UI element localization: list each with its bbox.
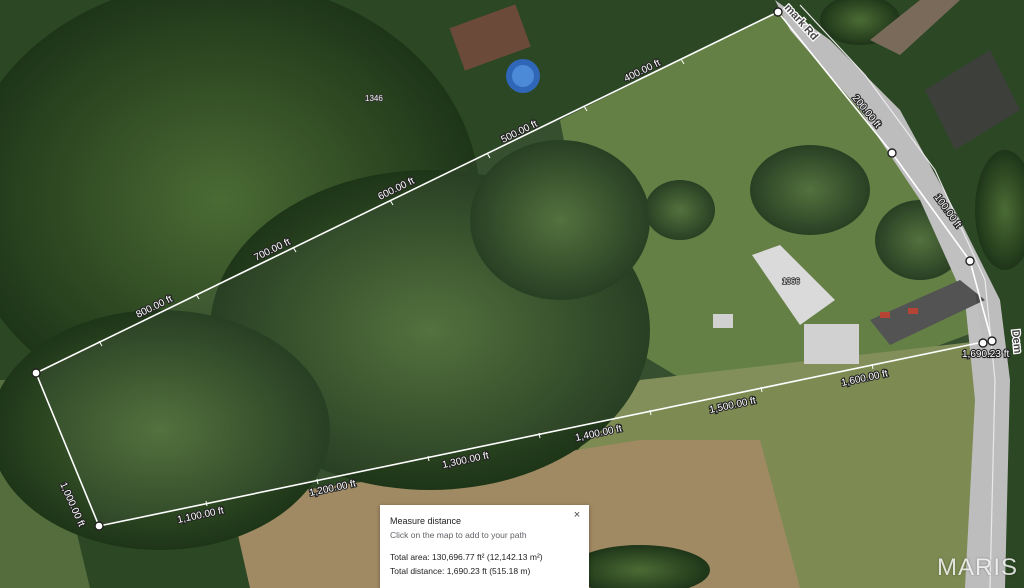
road-label: Dem [1009,329,1023,354]
parcel-number-label: 1346 [365,94,383,103]
parcel-number-label: 1366 [782,277,800,286]
total-distance: Total distance: 1,690.23 ft (515.18 m) [390,566,531,576]
close-icon[interactable]: × [571,509,583,521]
vertex-handle[interactable] [773,7,783,17]
vertex-handle[interactable] [887,148,897,158]
measure-overlay: 200.00 ft 100.00 ft 1,690.23 ft 1,600.00… [31,1,1024,531]
measure-panel-title: Measure distance [390,516,462,526]
measure-distance-panel: × Measure distance Click on the map to a… [380,505,589,588]
measure-panel-hint: Click on the map to add to your path [390,530,527,540]
vertex-handle[interactable] [31,368,41,378]
vertex-handle[interactable] [987,336,997,346]
distance-label: 1,000.00 ft [57,481,86,529]
measure-area-polygon [36,12,992,526]
vertex-handle[interactable] [978,338,988,348]
satellite-map[interactable]: 200.00 ft 100.00 ft 1,690.23 ft 1,600.00… [0,0,1024,588]
total-area: Total area: 130,696.77 ft² (12,142.13 m²… [390,552,543,562]
vertex-handle[interactable] [965,256,975,266]
vertex-handle[interactable] [94,521,104,531]
maris-watermark: MARIS [936,554,1018,581]
distance-label: 1,690.23 ft [962,349,1009,360]
